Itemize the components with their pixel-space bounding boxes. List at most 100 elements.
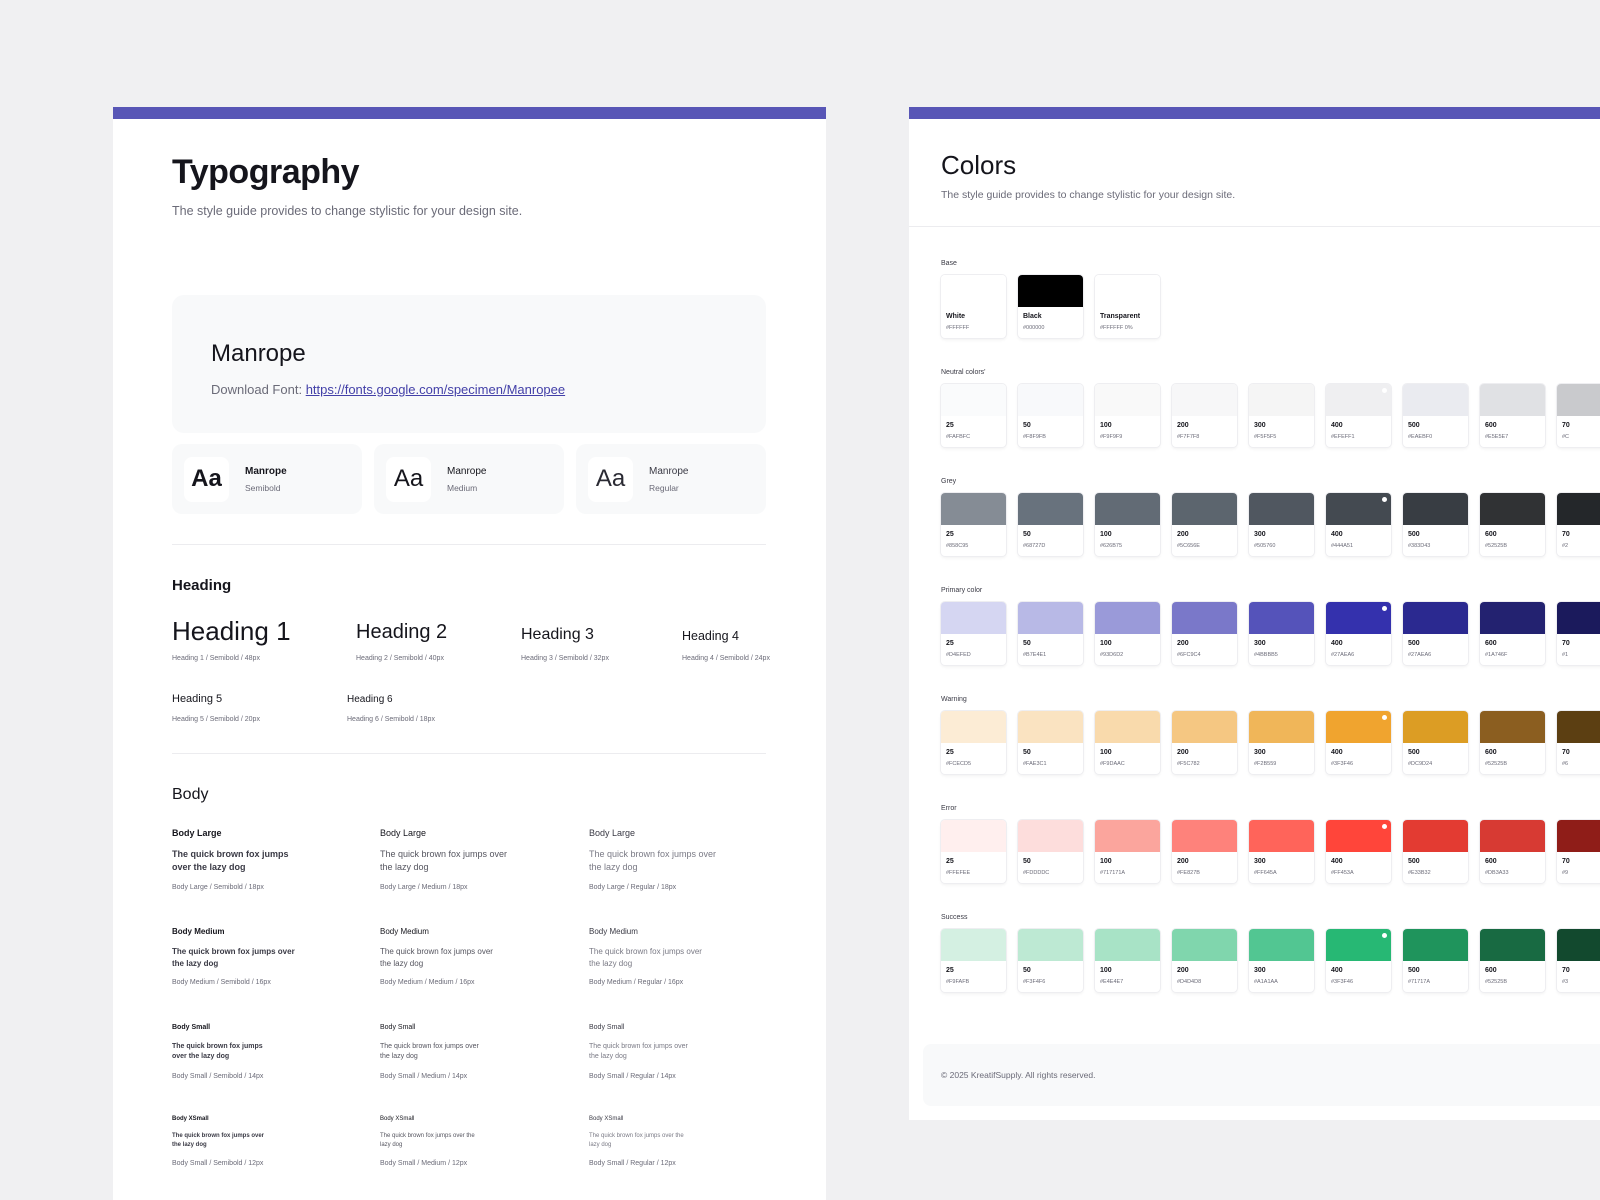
- color-swatch[interactable]: 400 #444A51: [1326, 493, 1391, 556]
- color-swatch[interactable]: Transparent #FFFFFF 0%: [1095, 275, 1160, 338]
- color-swatch[interactable]: 70 #3: [1557, 929, 1600, 992]
- color-swatch[interactable]: 600 #1A746F: [1480, 602, 1545, 665]
- color-swatch[interactable]: 200 #5C656E: [1172, 493, 1237, 556]
- color-swatch[interactable]: 200 #6FC9C4: [1172, 602, 1237, 665]
- color-swatch[interactable]: Black #000000: [1018, 275, 1083, 338]
- color-swatch[interactable]: 500 #EAEBF0: [1403, 384, 1468, 447]
- heading-5-meta: Heading 5 / Semibold / 20px: [172, 716, 260, 723]
- color-swatch[interactable]: White #FFFFFF: [941, 275, 1006, 338]
- color-swatch[interactable]: 400 #3F3F46: [1326, 711, 1391, 774]
- color-swatch[interactable]: 25 #FAFBFC: [941, 384, 1006, 447]
- swatch-name: 100: [1100, 749, 1112, 756]
- color-swatch[interactable]: 300 #FF645A: [1249, 820, 1314, 883]
- color-chip: [1018, 275, 1083, 307]
- color-swatch[interactable]: 500 #DC9D24: [1403, 711, 1468, 774]
- color-group-label-grey: Grey: [941, 478, 957, 485]
- swatch-row-error: 25 #FFEFEE 50 #FDDDDC 100 #717171A 200 #FE827B 3…: [941, 820, 1600, 883]
- color-swatch[interactable]: 500 #383D43: [1403, 493, 1468, 556]
- swatch-hex: #52525B: [1485, 543, 1508, 549]
- color-chip: [1480, 711, 1545, 743]
- color-swatch[interactable]: 600 #52525B: [1480, 929, 1545, 992]
- body-small-label: Body Small: [589, 1024, 625, 1031]
- color-swatch[interactable]: 100 #F9F9F9: [1095, 384, 1160, 447]
- color-swatch[interactable]: 50 #FAE3C1: [1018, 711, 1083, 774]
- color-swatch[interactable]: 25 #F9FAFB: [941, 929, 1006, 992]
- color-swatch[interactable]: 200 #FE827B: [1172, 820, 1237, 883]
- color-swatch[interactable]: 300 #A1A1AA: [1249, 929, 1314, 992]
- weight-label: Semibold: [245, 482, 281, 493]
- color-swatch[interactable]: 25 #FCECD5: [941, 711, 1006, 774]
- swatch-name: 300: [1254, 749, 1266, 756]
- color-chip: [941, 820, 1006, 852]
- color-chip: [1557, 929, 1600, 961]
- color-swatch[interactable]: 100 #93D6D2: [1095, 602, 1160, 665]
- color-chip: [1557, 711, 1600, 743]
- color-swatch[interactable]: 200 #F5C782: [1172, 711, 1237, 774]
- color-swatch[interactable]: 50 #B7E4E1: [1018, 602, 1083, 665]
- color-swatch[interactable]: 300 #F5F5F5: [1249, 384, 1314, 447]
- color-swatch[interactable]: 500 #71717A: [1403, 929, 1468, 992]
- color-swatch[interactable]: 25 #D4EFED: [941, 602, 1006, 665]
- color-swatch[interactable]: 300 #505760: [1249, 493, 1314, 556]
- download-label: Download Font:: [211, 382, 303, 397]
- color-swatch[interactable]: 50 #F3F4F6: [1018, 929, 1083, 992]
- swatch-hex: #717171A: [1100, 870, 1126, 876]
- color-swatch[interactable]: 70 #2: [1557, 493, 1600, 556]
- color-chip: [1018, 820, 1083, 852]
- color-swatch[interactable]: 300 #F2B559: [1249, 711, 1314, 774]
- color-swatch[interactable]: 100 #E4E4E7: [1095, 929, 1160, 992]
- selected-dot-icon: [1382, 388, 1387, 393]
- swatch-hex: #FF645A: [1254, 870, 1277, 876]
- color-chip: [1480, 384, 1545, 416]
- swatch-name: 500: [1408, 967, 1420, 974]
- swatch-hex: #E5E5E7: [1485, 434, 1509, 440]
- color-chip: [1095, 275, 1160, 307]
- swatch-hex: #6: [1562, 761, 1569, 767]
- swatch-hex: #4BBBB5: [1254, 652, 1278, 658]
- color-swatch[interactable]: 200 #D4D4D8: [1172, 929, 1237, 992]
- swatch-name: 300: [1254, 858, 1266, 865]
- color-chip: [1480, 929, 1545, 961]
- color-swatch[interactable]: 400 #3F3F46: [1326, 929, 1391, 992]
- body-xsmall-label: Body XSmall: [589, 1116, 624, 1122]
- download-link[interactable]: https://fonts.google.com/specimen/Manrop…: [306, 382, 565, 397]
- color-swatch[interactable]: 100 #626B75: [1095, 493, 1160, 556]
- weight-label: Regular: [649, 482, 679, 493]
- color-swatch[interactable]: 600 #E5E5E7: [1480, 384, 1545, 447]
- color-swatch[interactable]: 600 #52525B: [1480, 493, 1545, 556]
- color-swatch[interactable]: 400 #27AEA6: [1326, 602, 1391, 665]
- color-swatch[interactable]: 70 #6: [1557, 711, 1600, 774]
- color-swatch[interactable]: 100 #717171A: [1095, 820, 1160, 883]
- heading-6-meta: Heading 6 / Semibold / 18px: [347, 716, 435, 723]
- color-swatch[interactable]: 70 #9: [1557, 820, 1600, 883]
- color-chip: [1172, 820, 1237, 852]
- color-swatch[interactable]: 25 #FFEFEE: [941, 820, 1006, 883]
- color-swatch[interactable]: 500 #27AEA6: [1403, 602, 1468, 665]
- color-swatch[interactable]: 70 #1: [1557, 602, 1600, 665]
- color-swatch[interactable]: 600 #52525B: [1480, 711, 1545, 774]
- swatch-row-success: 25 #F9FAFB 50 #F3F4F6 100 #E4E4E7 200 #D4D4D8 30…: [941, 929, 1600, 992]
- swatch-hex: #F5C782: [1177, 761, 1200, 767]
- color-swatch[interactable]: 50 #FDDDDC: [1018, 820, 1083, 883]
- color-chip: [1403, 384, 1468, 416]
- divider: [172, 544, 766, 545]
- color-swatch[interactable]: 25 #858C95: [941, 493, 1006, 556]
- swatch-name: 400: [1331, 967, 1343, 974]
- swatch-name: 70: [1562, 640, 1570, 647]
- color-chip: [1018, 602, 1083, 634]
- color-swatch[interactable]: 50 #F8F9FB: [1018, 384, 1083, 447]
- color-swatch[interactable]: 300 #4BBBB5: [1249, 602, 1314, 665]
- color-swatch[interactable]: 400 #FF453A: [1326, 820, 1391, 883]
- color-chip: [941, 275, 1006, 307]
- color-swatch[interactable]: 400 #EFEFF1: [1326, 384, 1391, 447]
- color-swatch[interactable]: 600 #DB3A33: [1480, 820, 1545, 883]
- swatch-hex: #D4D4D8: [1177, 979, 1202, 985]
- swatch-hex: #FCECD5: [946, 761, 972, 767]
- swatch-hex: #1: [1562, 652, 1569, 658]
- color-swatch[interactable]: 70 #C: [1557, 384, 1600, 447]
- color-swatch[interactable]: 50 #68727D: [1018, 493, 1083, 556]
- color-swatch[interactable]: 500 #E33B32: [1403, 820, 1468, 883]
- color-swatch[interactable]: 200 #F7F7F8: [1172, 384, 1237, 447]
- color-swatch[interactable]: 100 #F9DAAC: [1095, 711, 1160, 774]
- swatch-name: 50: [1023, 531, 1031, 538]
